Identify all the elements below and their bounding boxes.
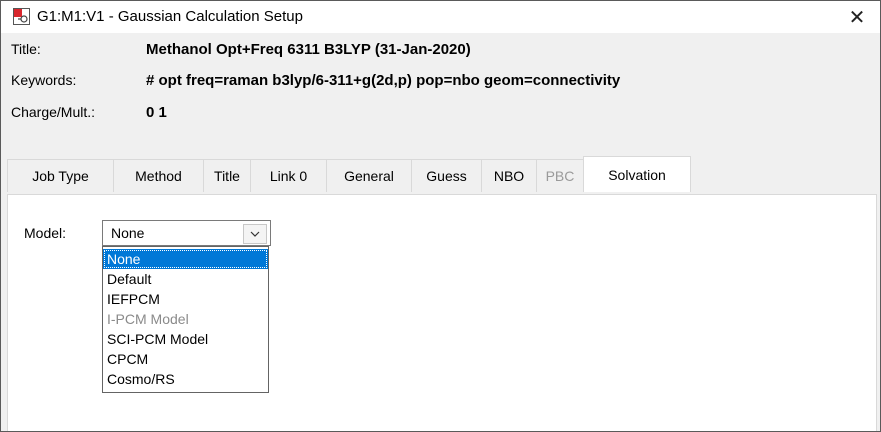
- model-select[interactable]: None: [102, 220, 271, 246]
- tab-guess[interactable]: Guess: [411, 159, 481, 192]
- tab-strip: Job Type Method Title Link 0 General Gue…: [7, 156, 691, 193]
- model-label: Model:: [24, 225, 67, 241]
- keywords-label: Keywords:: [11, 72, 77, 88]
- model-option-scipcm[interactable]: SCI-PCM Model: [103, 329, 268, 349]
- close-icon: ✕: [848, 6, 866, 29]
- tab-solvation[interactable]: Solvation: [583, 156, 691, 192]
- chevron-down-icon[interactable]: [243, 224, 267, 244]
- title-bar[interactable]: G1:M1:V1 - Gaussian Calculation Setup ✕: [1, 1, 880, 33]
- tab-link0[interactable]: Link 0: [250, 159, 326, 192]
- charge-mult-label: Charge/Mult.:: [11, 104, 96, 120]
- model-select-value: None: [111, 225, 145, 241]
- tab-method[interactable]: Method: [113, 159, 203, 192]
- model-option-ipcm: I-PCM Model: [107, 311, 189, 327]
- window-title: G1:M1:V1 - Gaussian Calculation Setup: [37, 8, 303, 25]
- title-value[interactable]: Methanol Opt+Freq 6311 B3LYP (31-Jan-202…: [146, 41, 471, 58]
- close-button[interactable]: ✕: [834, 1, 880, 33]
- model-option-none[interactable]: None: [103, 249, 268, 269]
- gaussview-molecule-icon: [13, 8, 30, 25]
- tab-nbo[interactable]: NBO: [481, 159, 536, 192]
- model-option-default[interactable]: Default: [103, 269, 268, 289]
- model-dropdown-list: None Default IEFPCM I-PCM Model SCI-PCM …: [102, 246, 269, 393]
- charge-mult-value[interactable]: 0 1: [146, 104, 167, 121]
- model-option-cosmors[interactable]: Cosmo/RS: [103, 369, 268, 389]
- keywords-value[interactable]: # opt freq=raman b3lyp/6-311+g(2d,p) pop…: [146, 72, 620, 89]
- model-option-iefpcm[interactable]: IEFPCM: [103, 289, 268, 309]
- tab-job-type[interactable]: Job Type: [7, 159, 113, 192]
- gaussian-setup-window: G1:M1:V1 - Gaussian Calculation Setup ✕ …: [0, 0, 881, 432]
- tab-pbc: PBC: [536, 159, 583, 192]
- tab-general[interactable]: General: [326, 159, 411, 192]
- model-option-cpcm[interactable]: CPCM: [103, 349, 268, 369]
- tab-title[interactable]: Title: [203, 159, 250, 192]
- title-label: Title:: [11, 41, 41, 57]
